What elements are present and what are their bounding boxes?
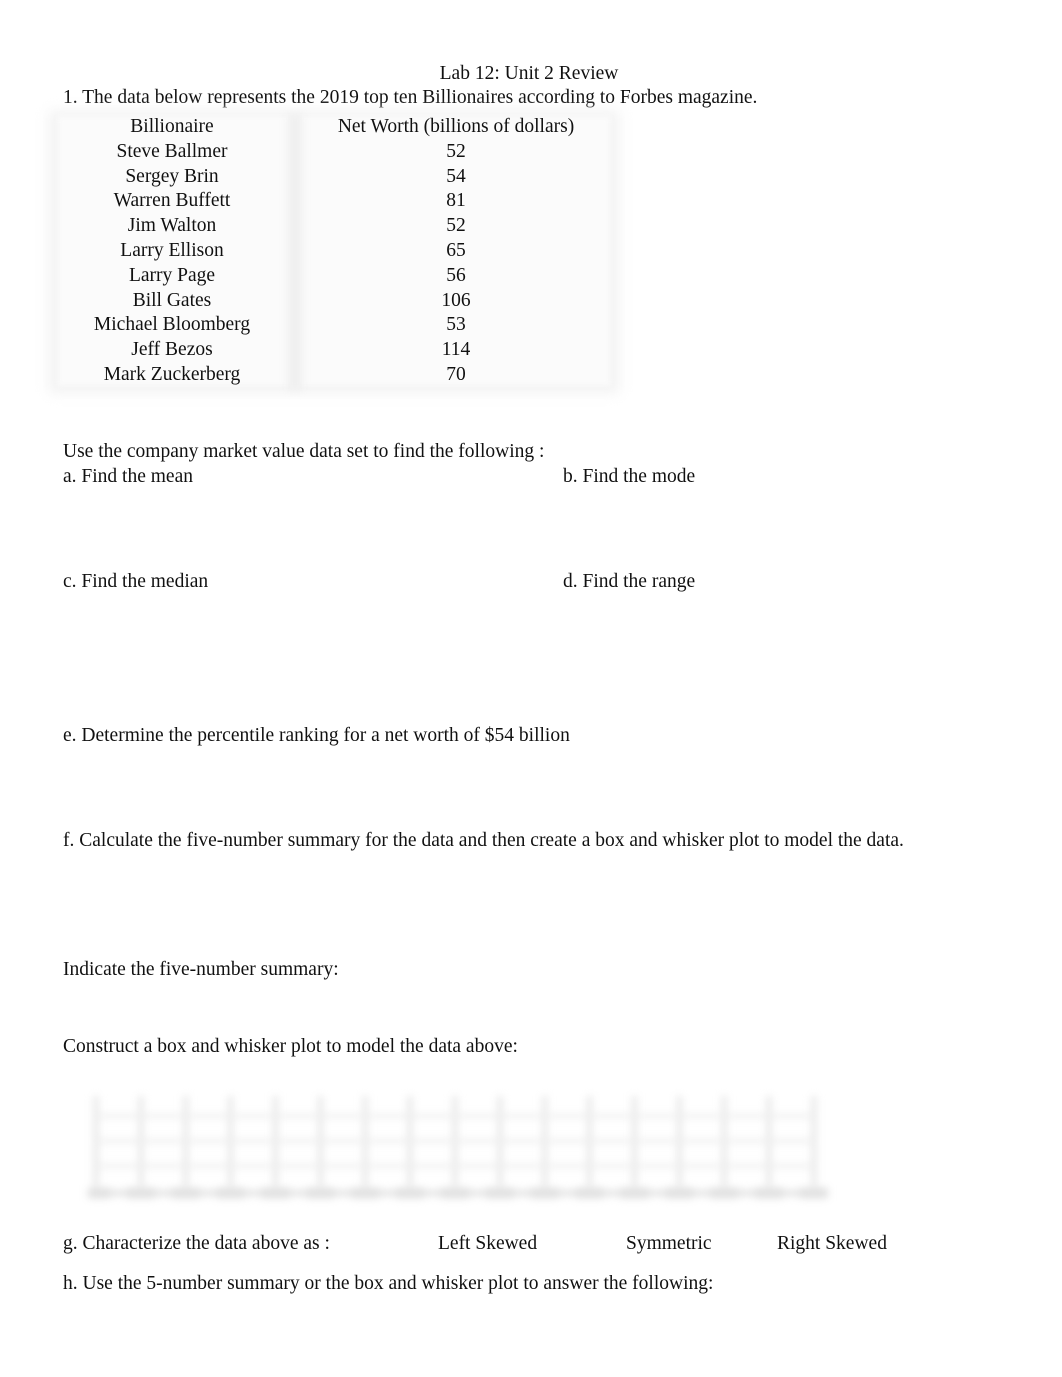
net-worth-value: 65 [446, 239, 466, 261]
question-1-text: 1. The data below represents the 2019 to… [63, 87, 758, 108]
instructions-text: Use the company market value data set to… [63, 441, 545, 462]
table-row: Larry Ellison 65 [48, 239, 616, 264]
billionaire-name: Warren Buffett [113, 190, 231, 212]
table-row: Jeff Bezos 114 [48, 338, 616, 363]
billionaire-name: Larry Page [128, 264, 216, 286]
net-worth-value: 54 [446, 165, 466, 187]
option-left-skewed: Left Skewed [438, 1233, 538, 1254]
billionaire-name: Steve Ballmer [116, 140, 228, 162]
table-header-row: Billionaire Net Worth (billions of dolla… [48, 115, 616, 140]
part-d-range: d. Find the range [563, 571, 696, 592]
table-row: Larry Page 56 [48, 264, 616, 289]
net-worth-value: 52 [446, 215, 466, 237]
net-worth-value: 52 [446, 140, 466, 162]
part-f-five-number: f. Calculate the five-number summary for… [63, 830, 904, 851]
net-worth-value: 114 [441, 339, 471, 361]
header-net-worth: Net Worth (billions of dollars) [337, 116, 575, 137]
part-c-median: c. Find the median [63, 571, 209, 592]
table-row: Steve Ballmer 52 [48, 140, 616, 165]
net-worth-value: 81 [446, 190, 466, 212]
grid-graphic [82, 1096, 828, 1198]
table-row: Jim Walton 52 [48, 214, 616, 239]
blank-number-line-grid [82, 1086, 828, 1206]
net-worth-value: 53 [446, 314, 466, 336]
billionaire-name: Jim Walton [127, 215, 217, 237]
billionaire-name: Larry Ellison [120, 239, 224, 261]
header-billionaire: Billionaire [130, 116, 214, 137]
table-row: Michael Bloomberg 53 [48, 313, 616, 338]
net-worth-value: 70 [446, 363, 466, 385]
part-b-mode: b. Find the mode [563, 466, 696, 487]
billionaire-name: Mark Zuckerberg [103, 363, 241, 385]
billionaire-name: Sergey Brin [125, 165, 219, 187]
billionaire-name: Jeff Bezos [131, 339, 213, 361]
net-worth-value: 56 [446, 264, 466, 286]
box-plot-prompt: Construct a box and whisker plot to mode… [63, 1036, 518, 1057]
five-number-summary-prompt: Indicate the five-number summary: [63, 959, 339, 980]
part-g-skew: g. Characterize the data above as : [63, 1233, 330, 1254]
part-h-text: h. Use the 5-number summary or the box a… [63, 1273, 714, 1294]
table-row: Bill Gates 106 [48, 289, 616, 314]
part-e-percentile: e. Determine the percentile ranking for … [63, 725, 570, 746]
billionaires-table: Billionaire Net Worth (billions of dolla… [48, 115, 616, 388]
option-right-skewed: Right Skewed [777, 1233, 887, 1254]
net-worth-value: 106 [441, 289, 471, 311]
billionaire-name: Bill Gates [132, 289, 212, 311]
billionaire-name: Michael Bloomberg [93, 314, 251, 336]
table-row: Warren Buffett 81 [48, 189, 616, 214]
option-symmetric: Symmetric [626, 1233, 712, 1254]
page-title: Lab 12: Unit 2 Review [439, 63, 619, 84]
part-a-mean: a. Find the mean [63, 466, 193, 487]
table-row: Sergey Brin 54 [48, 165, 616, 190]
table-row: Mark Zuckerberg 70 [48, 363, 616, 388]
